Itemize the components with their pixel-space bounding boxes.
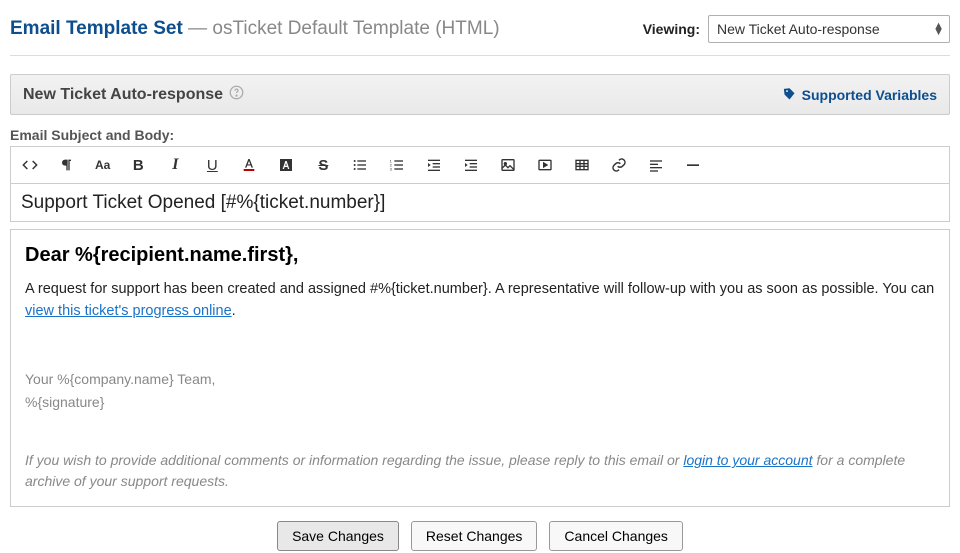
page-header: Email Template Set — osTicket Default Te…	[10, 10, 950, 56]
login-link[interactable]: login to your account	[683, 452, 812, 468]
align-icon[interactable]	[647, 156, 665, 174]
email-body-editor[interactable]: Dear %{recipient.name.first}, A request …	[10, 229, 950, 507]
highlight-icon[interactable]	[277, 156, 295, 174]
viewing-label: Viewing:	[643, 21, 700, 37]
font-icon[interactable]: Aa	[95, 156, 110, 174]
page-title: Email Template Set — osTicket Default Te…	[10, 18, 500, 40]
viewing-controls: Viewing: New Ticket Auto-response ▲▼	[643, 15, 950, 43]
editor-greeting: Dear %{recipient.name.first},	[25, 244, 935, 267]
video-icon[interactable]	[536, 156, 554, 174]
outdent-icon[interactable]	[425, 156, 443, 174]
help-icon[interactable]	[229, 85, 244, 104]
italic-icon[interactable]: I	[166, 156, 184, 174]
progress-link[interactable]: view this ticket's progress online	[25, 303, 232, 319]
paragraph-icon[interactable]	[58, 156, 76, 174]
table-icon[interactable]	[573, 156, 591, 174]
subject-input[interactable]	[10, 183, 950, 222]
strikethrough-icon[interactable]: S	[314, 156, 332, 174]
bullet-list-icon[interactable]	[351, 156, 369, 174]
underline-icon[interactable]: U	[203, 156, 221, 174]
signature-block: Your %{company.name} Team, %{signature}	[25, 368, 935, 416]
footer-block: If you wish to provide additional commen…	[25, 450, 935, 492]
page-title-main: Email Template Set	[10, 18, 183, 39]
supported-variables-link[interactable]: Supported Variables	[782, 87, 937, 103]
svg-text:3: 3	[390, 166, 393, 171]
indent-icon[interactable]	[462, 156, 480, 174]
page-title-sub: — osTicket Default Template (HTML)	[188, 18, 499, 39]
section-title: New Ticket Auto-response	[23, 85, 244, 104]
template-select-wrap[interactable]: New Ticket Auto-response ▲▼	[708, 15, 950, 43]
bold-icon[interactable]: B	[129, 156, 147, 174]
image-icon[interactable]	[499, 156, 517, 174]
link-icon[interactable]	[610, 156, 628, 174]
horizontal-rule-icon[interactable]	[684, 156, 702, 174]
editor-body: A request for support has been created a…	[25, 279, 935, 323]
number-list-icon[interactable]: 123	[388, 156, 406, 174]
action-buttons: Save Changes Reset Changes Cancel Change…	[10, 521, 950, 551]
cancel-button[interactable]: Cancel Changes	[549, 521, 683, 551]
reset-button[interactable]: Reset Changes	[411, 521, 538, 551]
text-color-icon[interactable]	[240, 156, 258, 174]
code-view-icon[interactable]	[21, 156, 39, 174]
section-header: New Ticket Auto-response Supported Varia…	[10, 74, 950, 115]
subject-body-label: Email Subject and Body:	[10, 127, 950, 143]
editor-toolbar: Aa B I U S 123	[10, 146, 950, 183]
template-select[interactable]: New Ticket Auto-response	[708, 15, 950, 43]
save-button[interactable]: Save Changes	[277, 521, 399, 551]
